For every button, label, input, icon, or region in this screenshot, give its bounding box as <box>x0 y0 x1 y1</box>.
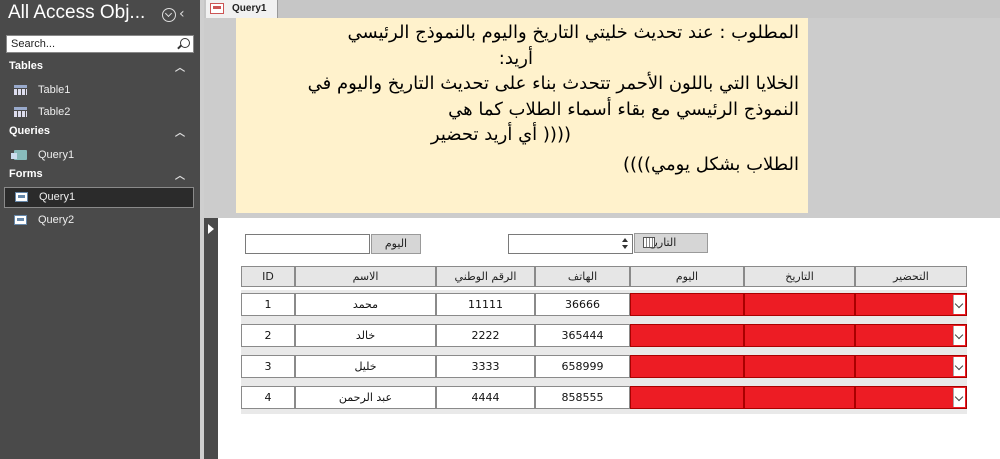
search-icon[interactable] <box>180 38 190 48</box>
cell-date[interactable] <box>744 386 855 409</box>
nav-item-form-query1[interactable]: Query1 <box>4 187 194 208</box>
note-line: الخلايا التي باللون الأحمر تتحدث بناء عل… <box>307 73 799 94</box>
query-icon <box>11 150 27 160</box>
today-field[interactable] <box>245 234 370 254</box>
chevron-up-icon[interactable]: ︿ <box>175 124 185 139</box>
nav-item-label: Query1 <box>39 191 76 203</box>
note-line: النموذج الرئيسي مع بقاء أسماء الطلاب كما… <box>448 98 799 120</box>
navigation-pane: All Access Obj... ‹ Search... Tables ︿ T… <box>0 0 200 459</box>
record-selector[interactable] <box>204 218 218 459</box>
cell-phone[interactable]: 858555 <box>535 386 630 409</box>
table-row[interactable]: 4 عبد الرحمن 4444 858555 <box>241 383 967 414</box>
chevron-down-icon[interactable] <box>953 357 965 376</box>
table-row[interactable]: 1 محمد 11111 36666 <box>241 290 967 321</box>
note-label: المطلوب : عند تحديث خليتي التاريخ واليوم… <box>236 18 808 213</box>
cell-phone[interactable]: 36666 <box>535 293 630 316</box>
group-header-tables[interactable]: Tables ︿ <box>0 58 200 76</box>
group-label: Forms <box>9 168 43 180</box>
cell-day[interactable] <box>630 355 744 378</box>
cell-date[interactable] <box>744 355 855 378</box>
form-icon <box>15 192 28 202</box>
cell-name[interactable]: محمد <box>295 293 436 316</box>
note-line: الطلاب بشكل يومي)))) <box>622 153 799 175</box>
date-label-box: التاريخ <box>634 233 708 253</box>
cell-id[interactable]: 1 <box>241 293 295 316</box>
nav-item-query1[interactable]: Query1 <box>0 145 200 166</box>
nav-search-input[interactable]: Search... <box>6 35 194 53</box>
chevron-down-icon[interactable] <box>953 388 965 407</box>
note-line: أريد: <box>498 47 533 69</box>
table-row[interactable]: 3 خليل 3333 658999 <box>241 352 967 383</box>
group-header-queries[interactable]: Queries ︿ <box>0 123 200 141</box>
cell-phone[interactable]: 365444 <box>535 324 630 347</box>
chevron-down-icon[interactable] <box>953 326 965 345</box>
form-header: المطلوب : عند تحديث خليتي التاريخ واليوم… <box>204 18 1000 218</box>
today-label: اليوم <box>371 234 421 254</box>
cell-id[interactable]: 2 <box>241 324 295 347</box>
tab-label: Query1 <box>232 3 267 14</box>
cell-name[interactable]: عبد الرحمن <box>295 386 436 409</box>
navigation-pane-title[interactable]: All Access Obj... <box>8 2 145 24</box>
column-header-attendance: التحضير <box>855 266 967 287</box>
cell-attendance-combo[interactable] <box>855 324 967 347</box>
cell-day[interactable] <box>630 386 744 409</box>
nav-item-table1[interactable]: Table1 <box>0 80 200 101</box>
cell-phone[interactable]: 658999 <box>535 355 630 378</box>
cell-national-id[interactable]: 3333 <box>436 355 535 378</box>
note-line: المطلوب : عند تحديث خليتي التاريخ واليوم… <box>347 22 799 43</box>
column-header-name: الاسم <box>295 266 436 287</box>
cell-name[interactable]: خالد <box>295 324 436 347</box>
group-label: Queries <box>9 125 50 137</box>
cell-attendance-combo[interactable] <box>855 355 967 378</box>
cell-attendance-combo[interactable] <box>855 386 967 409</box>
navigation-pane-header[interactable]: All Access Obj... ‹ <box>0 0 200 30</box>
table-icon <box>14 107 27 117</box>
table-icon <box>14 85 27 95</box>
form-detail: اليوم التاريخ ID الاسم الرقم الوطني الها… <box>218 218 1000 459</box>
nav-menu-dropdown-icon[interactable] <box>162 8 176 22</box>
cell-national-id[interactable]: 4444 <box>436 386 535 409</box>
nav-item-label: Table1 <box>38 84 71 96</box>
column-header-national-id: الرقم الوطني <box>436 266 535 287</box>
group-header-forms[interactable]: Forms ︿ <box>0 166 200 184</box>
cell-date[interactable] <box>744 293 855 316</box>
collapse-pane-icon[interactable]: ‹ <box>179 6 185 22</box>
column-header-phone: الهاتف <box>535 266 630 287</box>
form-icon <box>14 215 27 225</box>
nav-item-label: Query1 <box>38 149 75 161</box>
chevron-down-icon[interactable] <box>953 295 965 314</box>
cell-name[interactable]: خليل <box>295 355 436 378</box>
cell-attendance-combo[interactable] <box>855 293 967 316</box>
chevron-up-icon[interactable]: ︿ <box>175 59 185 74</box>
column-header-day: اليوم <box>630 266 744 287</box>
nav-item-label: Table2 <box>38 106 71 118</box>
cell-date[interactable] <box>744 324 855 347</box>
calendar-icon[interactable] <box>643 237 655 248</box>
cell-day[interactable] <box>630 293 744 316</box>
cell-id[interactable]: 3 <box>241 355 295 378</box>
nav-item-table2[interactable]: Table2 <box>0 102 200 123</box>
tab-query1[interactable]: Query1 <box>206 0 278 18</box>
cell-national-id[interactable]: 11111 <box>436 293 535 316</box>
search-placeholder: Search... <box>11 38 56 50</box>
date-spin-icon[interactable] <box>621 237 630 251</box>
nav-item-label: Query2 <box>38 214 75 226</box>
table-row[interactable]: 2 خالد 2222 365444 <box>241 321 967 352</box>
column-header-id: ID <box>241 266 295 287</box>
column-header-date: التاريخ <box>744 266 855 287</box>
chevron-up-icon[interactable]: ︿ <box>175 167 185 182</box>
form-icon <box>210 3 224 14</box>
document-tab-strip: Query1 <box>204 0 1000 18</box>
date-field[interactable] <box>508 234 633 254</box>
note-line: (((( أي أريد تحضير <box>430 124 571 145</box>
cell-national-id[interactable]: 2222 <box>436 324 535 347</box>
cell-id[interactable]: 4 <box>241 386 295 409</box>
nav-item-form-query2[interactable]: Query2 <box>0 210 200 231</box>
cell-day[interactable] <box>630 324 744 347</box>
group-label: Tables <box>9 60 44 72</box>
